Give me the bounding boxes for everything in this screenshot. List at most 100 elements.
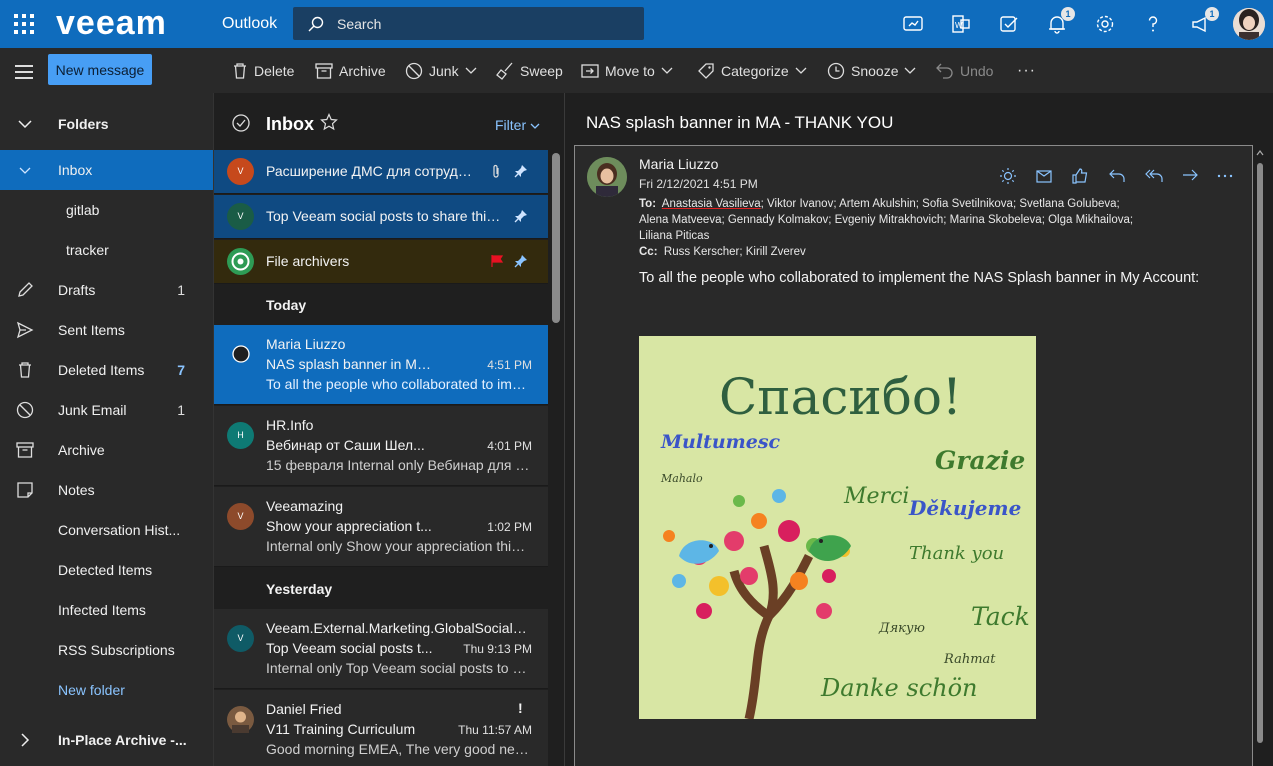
new-message-button[interactable]: New message xyxy=(48,54,152,85)
sender-avatar[interactable] xyxy=(587,157,627,197)
folder-sent-items[interactable]: Sent Items xyxy=(0,310,213,350)
reply-all-icon[interactable] xyxy=(1144,166,1164,186)
archive-button[interactable]: Archive xyxy=(315,59,386,83)
help-icon[interactable] xyxy=(1141,12,1165,36)
list-scrollbar[interactable] xyxy=(552,153,560,323)
folder-deleted-items[interactable]: Deleted Items 7 xyxy=(0,350,213,390)
pin-icon[interactable] xyxy=(514,164,528,178)
forward-icon[interactable] xyxy=(1181,166,1199,186)
like-icon[interactable] xyxy=(1071,166,1089,186)
folder-rss-subscriptions-label: RSS Subscriptions xyxy=(58,642,175,658)
sweep-button[interactable]: Sweep xyxy=(496,59,563,83)
recipient-highlighted[interactable]: Anastasia Vasilieva xyxy=(662,198,761,210)
svg-text:W: W xyxy=(955,21,963,30)
favorite-star-icon[interactable] xyxy=(320,113,338,131)
pencil-icon xyxy=(18,282,33,297)
email-card: Maria Liuzzo Fri 2/12/2021 4:51 PM To: A… xyxy=(574,145,1253,766)
office-apps-icon[interactable]: W xyxy=(949,12,973,36)
message-item[interactable]: Daniel Fried ! V11 Training Curriculum T… xyxy=(214,690,548,766)
search-input[interactable] xyxy=(337,7,637,40)
sender-name[interactable]: Maria Liuzzo xyxy=(639,156,718,172)
folder-gitlab[interactable]: gitlab xyxy=(0,190,213,230)
account-avatar[interactable] xyxy=(1233,8,1265,40)
folder-notes[interactable]: Notes xyxy=(0,470,213,510)
importance-icon: ! xyxy=(518,700,523,716)
new-folder-link[interactable]: New folder xyxy=(0,670,213,710)
gear-icon[interactable] xyxy=(1093,12,1117,36)
to-recipients: To: Anastasia Vasilieva; Viktor Ivanov; … xyxy=(639,196,1139,244)
folder-tracker-label: tracker xyxy=(66,242,109,258)
sent-date: Fri 2/12/2021 4:51 PM xyxy=(639,177,758,191)
junk-button[interactable]: Junk xyxy=(405,59,477,83)
message-item[interactable]: V Veeam.External.Marketing.GlobalSocialM… xyxy=(214,609,548,689)
undo-button[interactable]: Undo xyxy=(936,59,993,83)
feedback-button[interactable]: 1 xyxy=(1189,7,1219,36)
group-today-label: Today xyxy=(266,297,307,313)
email-subject: NAS splash banner in MA - THANK YOU xyxy=(586,113,894,132)
drafts-count: 1 xyxy=(177,282,185,298)
folder-tracker[interactable]: tracker xyxy=(0,230,213,270)
brand-logo[interactable]: veeam xyxy=(56,4,167,43)
app-launcher-icon[interactable] xyxy=(14,14,34,34)
flag-icon[interactable] xyxy=(490,254,504,268)
select-circle-icon[interactable] xyxy=(232,345,250,363)
reply-icon[interactable] xyxy=(1108,166,1126,186)
pinned-message[interactable]: V Расширение ДМС для сотрудников xyxy=(214,150,548,194)
meet-now-icon[interactable] xyxy=(901,12,925,36)
folder-rss-subscriptions[interactable]: RSS Subscriptions xyxy=(0,630,213,670)
folders-header[interactable]: Folders xyxy=(0,104,213,144)
folder-gitlab-label: gitlab xyxy=(66,202,100,218)
message-sender: Veeamazing xyxy=(266,498,344,514)
more-options-icon[interactable] xyxy=(1216,166,1234,186)
message-item[interactable]: H HR.Info Вебинар от Саши Шел... 4:01 PM… xyxy=(214,406,548,486)
folder-detected-items[interactable]: Detected Items xyxy=(0,550,213,590)
search-icon xyxy=(308,16,324,32)
image-title: Спасибо! xyxy=(719,368,962,426)
select-all-icon[interactable] xyxy=(232,114,250,132)
word-dekujeme: Děkujeme xyxy=(908,496,1021,520)
message-sender: Veeam.External.Marketing.GlobalSocialMed… xyxy=(266,620,531,636)
immersive-reader-icon[interactable] xyxy=(1035,166,1053,186)
sender-avatar: V xyxy=(227,503,254,530)
word-grazie: Grazie xyxy=(935,446,1025,475)
pin-icon[interactable] xyxy=(514,209,528,223)
search-box[interactable] xyxy=(293,7,644,40)
message-item[interactable]: V Veeamazing Show your appreciation t...… xyxy=(214,487,548,567)
hamburger-icon[interactable] xyxy=(15,65,33,83)
word-danke-schon: Danke schön xyxy=(820,674,978,702)
filter-button[interactable]: Filter xyxy=(495,117,540,133)
app-name[interactable]: Outlook xyxy=(222,15,277,33)
message-time: 4:01 PM xyxy=(487,439,532,453)
word-merci: Merci xyxy=(843,484,909,509)
move-to-button[interactable]: Move to xyxy=(581,59,673,83)
pinned-message[interactable]: File archivers xyxy=(214,240,548,284)
categorize-button[interactable]: Categorize xyxy=(697,59,807,83)
filter-label: Filter xyxy=(495,117,527,133)
trash-icon xyxy=(234,63,246,79)
junk-label: Junk xyxy=(429,63,459,79)
sun-icon[interactable] xyxy=(999,166,1017,186)
my-day-icon[interactable] xyxy=(997,12,1021,36)
pin-icon[interactable] xyxy=(514,254,528,268)
folder-infected-items[interactable]: Infected Items xyxy=(0,590,213,630)
message-item-selected[interactable]: Maria Liuzzo NAS splash banner in MA... … xyxy=(214,325,548,405)
word-mahalo: Mahalo xyxy=(660,472,703,485)
folder-inbox[interactable]: Inbox xyxy=(0,150,213,190)
delete-button[interactable]: Delete xyxy=(232,59,294,83)
block-icon xyxy=(405,62,423,80)
folder-infected-items-label: Infected Items xyxy=(58,602,146,618)
folder-conversation-history[interactable]: Conversation Hist... xyxy=(0,510,213,550)
in-place-archive-group[interactable]: In-Place Archive -... xyxy=(0,720,213,760)
reading-scrollbar[interactable] xyxy=(1256,149,1264,749)
folder-drafts[interactable]: Drafts 1 xyxy=(0,270,213,310)
broom-icon xyxy=(496,62,513,80)
snooze-button[interactable]: Snooze xyxy=(827,59,916,83)
more-actions-button[interactable]: ··· xyxy=(1017,59,1036,83)
sender-photo-icon xyxy=(227,706,254,733)
notifications-button[interactable]: 1 xyxy=(1045,7,1075,36)
pinned-message[interactable]: V Top Veeam social posts to share this w… xyxy=(214,195,548,239)
user-photo-icon xyxy=(1233,8,1265,40)
folder-archive[interactable]: Archive xyxy=(0,430,213,470)
archive-icon xyxy=(315,63,333,79)
folder-junk-email[interactable]: Junk Email 1 xyxy=(0,390,213,430)
